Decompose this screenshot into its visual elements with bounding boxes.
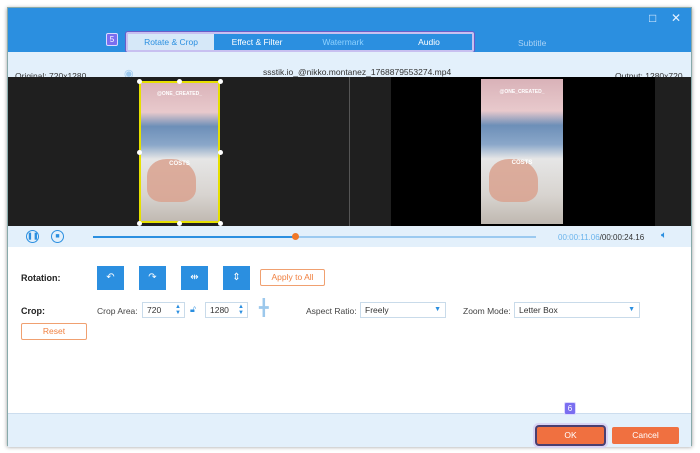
stop-button[interactable]: ■ — [51, 230, 64, 243]
cancel-button[interactable]: Cancel — [612, 427, 679, 444]
tab-effect-filter[interactable]: Effect & Filter — [214, 34, 300, 50]
crop-handle[interactable] — [176, 78, 182, 84]
video-overlay-text: COSTS — [511, 160, 533, 166]
editor-window: □ ✕ 5 Rotate & Crop Effect & Filter Wate… — [7, 7, 692, 447]
spinner-icon[interactable]: ▲ ▼ — [238, 304, 244, 316]
aspect-ratio-label: Aspect Ratio: — [306, 306, 357, 316]
tab-rotate-crop[interactable]: Rotate & Crop — [128, 34, 214, 50]
ok-button[interactable]: OK — [537, 427, 604, 444]
crop-handle[interactable] — [217, 78, 223, 84]
reset-button[interactable]: Reset — [21, 323, 87, 340]
apply-to-all-button[interactable]: Apply to All — [260, 269, 325, 286]
video-frame: @ONE_CREATED_ COSTS — [481, 79, 563, 224]
maximize-icon[interactable]: □ — [649, 11, 656, 25]
crop-frame[interactable] — [139, 81, 220, 223]
crop-handle[interactable] — [176, 220, 182, 226]
crop-label: Crop: — [21, 306, 45, 316]
zoom-mode-value: Letter Box — [519, 305, 558, 315]
original-preview: @ONE_CREATED_ COSTS — [8, 77, 350, 226]
output-preview: @ONE_CREATED_ COSTS — [391, 77, 655, 226]
video-preview: @ONE_CREATED_ COSTS @ONE_CREATED_ COSTS — [8, 77, 691, 226]
footer: 6 OK Cancel — [8, 402, 691, 447]
aspect-ratio-select[interactable]: Freely ▼ — [360, 302, 446, 318]
title-bar: □ ✕ 5 Rotate & Crop Effect & Filter Wate… — [8, 8, 691, 52]
crop-handle[interactable] — [136, 149, 142, 155]
step-badge: 5 — [106, 33, 118, 46]
crop-handle[interactable] — [217, 149, 223, 155]
crop-handle[interactable] — [136, 78, 142, 84]
video-overlay-text: @ONE_CREATED_ — [499, 89, 545, 95]
chevron-down-icon: ▼ — [434, 306, 441, 313]
tab-watermark[interactable]: Watermark — [300, 34, 386, 50]
playback-bar: ❚❚ ■ 00:00:11.06/00:00:24.16 🔈︎ — [8, 226, 691, 247]
volume-icon[interactable]: 🔈︎ — [661, 230, 667, 241]
tab-audio[interactable]: Audio — [386, 34, 472, 50]
tab-subtitle[interactable]: Subtitle — [518, 38, 546, 48]
current-time: 00:00:11.06 — [558, 233, 600, 242]
rotation-label: Rotation: — [21, 273, 61, 283]
crop-area-label: Crop Area: — [97, 306, 138, 316]
lock-icon[interactable]: 🔓︎ — [190, 304, 196, 315]
time-display: 00:00:11.06/00:00:24.16 — [558, 233, 644, 242]
zoom-mode-select[interactable]: Letter Box ▼ — [514, 302, 640, 318]
chevron-down-icon: ▼ — [628, 306, 635, 313]
crop-handle[interactable] — [217, 220, 223, 226]
crop-height-input[interactable]: 1280 ▲ ▼ — [205, 302, 248, 318]
close-icon[interactable]: ✕ — [671, 11, 681, 25]
spinner-icon[interactable]: ▲ ▼ — [175, 304, 181, 316]
crop-handle[interactable] — [136, 220, 142, 226]
progress-slider[interactable] — [93, 233, 536, 240]
progress-fill — [93, 236, 296, 238]
flip-horizontal-button[interactable]: ⇹ — [181, 266, 208, 290]
tab-bar: Rotate & Crop Effect & Filter Watermark … — [126, 32, 474, 52]
flip-vertical-button[interactable]: ⇕ — [223, 266, 250, 290]
info-bar: Original: 720x1280 ◉ ssstik.io_@nikko.mo… — [8, 52, 691, 81]
zoom-mode-label: Zoom Mode: — [463, 306, 511, 316]
center-crop-icon[interactable]: ╋ — [259, 298, 269, 318]
file-name: ssstik.io_@nikko.montanez_1768879553274.… — [263, 67, 452, 77]
rotate-right-button[interactable]: ↷ — [139, 266, 166, 290]
aspect-ratio-value: Freely — [365, 305, 389, 315]
crop-width-input[interactable]: 720 ▲ ▼ — [142, 302, 185, 318]
rotate-left-button[interactable]: ↶ — [97, 266, 124, 290]
step-badge: 6 — [564, 402, 576, 415]
total-time: /00:00:24.16 — [599, 233, 645, 242]
crop-width-value: 720 — [147, 305, 162, 315]
progress-knob[interactable] — [291, 233, 299, 240]
crop-height-value: 1280 — [210, 305, 229, 315]
pause-button[interactable]: ❚❚ — [26, 230, 39, 243]
